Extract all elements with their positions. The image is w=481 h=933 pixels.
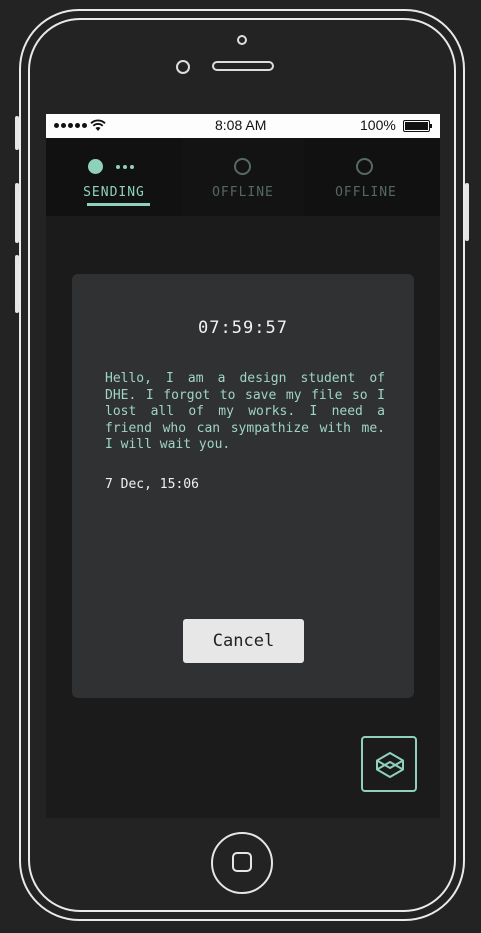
signal-dot [75,123,80,128]
message-card: 07:59:57 Hello, I am a design student of… [72,274,414,698]
cancel-button[interactable]: Cancel [183,619,304,663]
tab-label: OFFLINE [212,185,274,200]
offline-status-icon [234,158,251,175]
tab-offline-1[interactable]: OFFLINE [182,138,304,216]
signal-dot [61,123,66,128]
signal-dot [54,123,59,128]
mute-switch [15,116,19,150]
active-tab-indicator [87,203,150,206]
countdown-timer: 07:59:57 [198,318,288,338]
battery-icon [403,120,430,132]
sending-status-icon [88,159,103,174]
front-camera [237,35,247,45]
proximity-sensor [176,60,190,74]
tab-offline-2[interactable]: OFFLINE [304,138,440,216]
tab-bar: SENDING OFFLINE OFFLINE [46,138,440,216]
screen: 8:08 AM 100% SENDING OFFLINE OFFLINE 07:… [46,114,440,818]
volume-down-button [15,255,19,313]
home-button-icon [232,852,252,872]
ellipsis-dot [130,165,134,169]
message-date: 7 Dec, 15:06 [105,477,199,492]
message-text: Hello, I am a design student of DHE. I f… [105,371,385,452]
cube-button[interactable] [361,736,417,792]
power-button [465,183,469,241]
tab-label: OFFLINE [335,185,397,200]
tab-sending[interactable]: SENDING [46,138,182,216]
ellipsis-dot [116,165,120,169]
offline-status-icon [356,158,373,175]
earpiece-speaker [212,61,274,71]
ellipsis-dot [123,165,127,169]
signal-dot [82,123,87,128]
cube-icon [376,752,404,778]
battery-percent: 100% [360,117,396,133]
status-time: 8:08 AM [215,117,267,133]
signal-dot [68,123,73,128]
battery-tip [430,124,432,128]
status-bar: 8:08 AM 100% [46,114,440,138]
volume-up-button [15,183,19,243]
tab-label: SENDING [83,185,145,200]
wifi-icon [90,119,106,131]
battery-level [405,122,428,130]
